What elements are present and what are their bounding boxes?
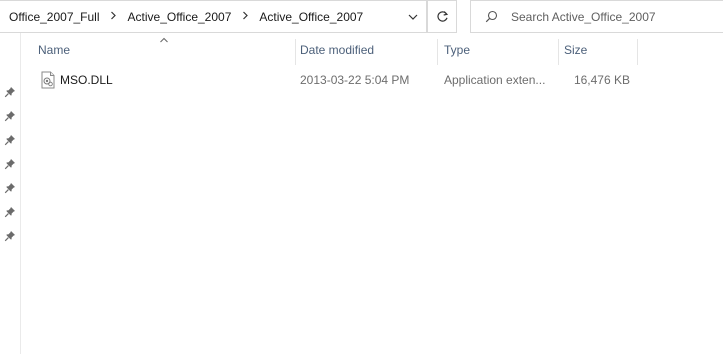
search-icon bbox=[471, 10, 511, 23]
pin-icon[interactable] bbox=[4, 158, 16, 170]
file-type: Application exten... bbox=[444, 73, 546, 87]
pin-icon[interactable] bbox=[4, 206, 16, 218]
column-header-date-modified-label: Date modified bbox=[300, 43, 375, 57]
column-divider[interactable] bbox=[437, 39, 438, 65]
file-date-modified: 2013-03-22 5:04 PM bbox=[300, 73, 410, 87]
breadcrumb-item-active-office-2007[interactable]: Active_Office_2007 bbox=[126, 10, 234, 24]
column-header-size-label: Size bbox=[564, 43, 588, 57]
dll-file-icon bbox=[41, 71, 55, 89]
column-header-date-modified[interactable]: Date modified bbox=[300, 33, 436, 67]
search-box[interactable] bbox=[470, 0, 723, 33]
file-size: 16,476 KB bbox=[573, 73, 630, 87]
chevron-right-icon[interactable] bbox=[107, 11, 121, 23]
chevron-right-icon[interactable] bbox=[238, 11, 252, 23]
column-header-name[interactable]: Name bbox=[38, 33, 294, 67]
file-explorer-window: Office_2007_Full Active_Office_2007 Acti… bbox=[0, 0, 723, 354]
address-history-dropdown[interactable] bbox=[400, 1, 426, 32]
chevron-down-icon bbox=[408, 14, 418, 20]
column-header-size[interactable]: Size bbox=[564, 33, 636, 67]
pin-icon[interactable] bbox=[4, 110, 16, 122]
breadcrumb-item-current-folder[interactable]: Active_Office_2007 bbox=[257, 10, 365, 24]
pin-icon[interactable] bbox=[4, 182, 16, 194]
pin-icon[interactable] bbox=[4, 230, 16, 242]
column-headers: Name Date modified Type Size bbox=[21, 33, 723, 67]
column-header-type[interactable]: Type bbox=[444, 33, 557, 67]
pin-icon[interactable] bbox=[4, 134, 16, 146]
column-divider[interactable] bbox=[558, 39, 559, 65]
address-bar[interactable]: Office_2007_Full Active_Office_2007 Acti… bbox=[0, 0, 427, 33]
pin-icon[interactable] bbox=[4, 86, 16, 98]
refresh-icon bbox=[436, 11, 448, 22]
refresh-button[interactable] bbox=[427, 0, 457, 33]
column-divider[interactable] bbox=[637, 39, 638, 65]
column-header-name-label: Name bbox=[38, 43, 71, 57]
column-divider[interactable] bbox=[295, 39, 296, 65]
search-input[interactable] bbox=[511, 9, 711, 24]
file-name[interactable]: MSO.DLL bbox=[60, 68, 290, 92]
navigation-pane bbox=[0, 33, 21, 354]
column-header-type-label: Type bbox=[444, 43, 471, 57]
breadcrumb-item-office-2007-full[interactable]: Office_2007_Full bbox=[7, 10, 102, 24]
file-row[interactable]: MSO.DLL 2013-03-22 5:04 PM Application e… bbox=[21, 68, 723, 92]
breadcrumb: Office_2007_Full Active_Office_2007 Acti… bbox=[0, 1, 400, 32]
